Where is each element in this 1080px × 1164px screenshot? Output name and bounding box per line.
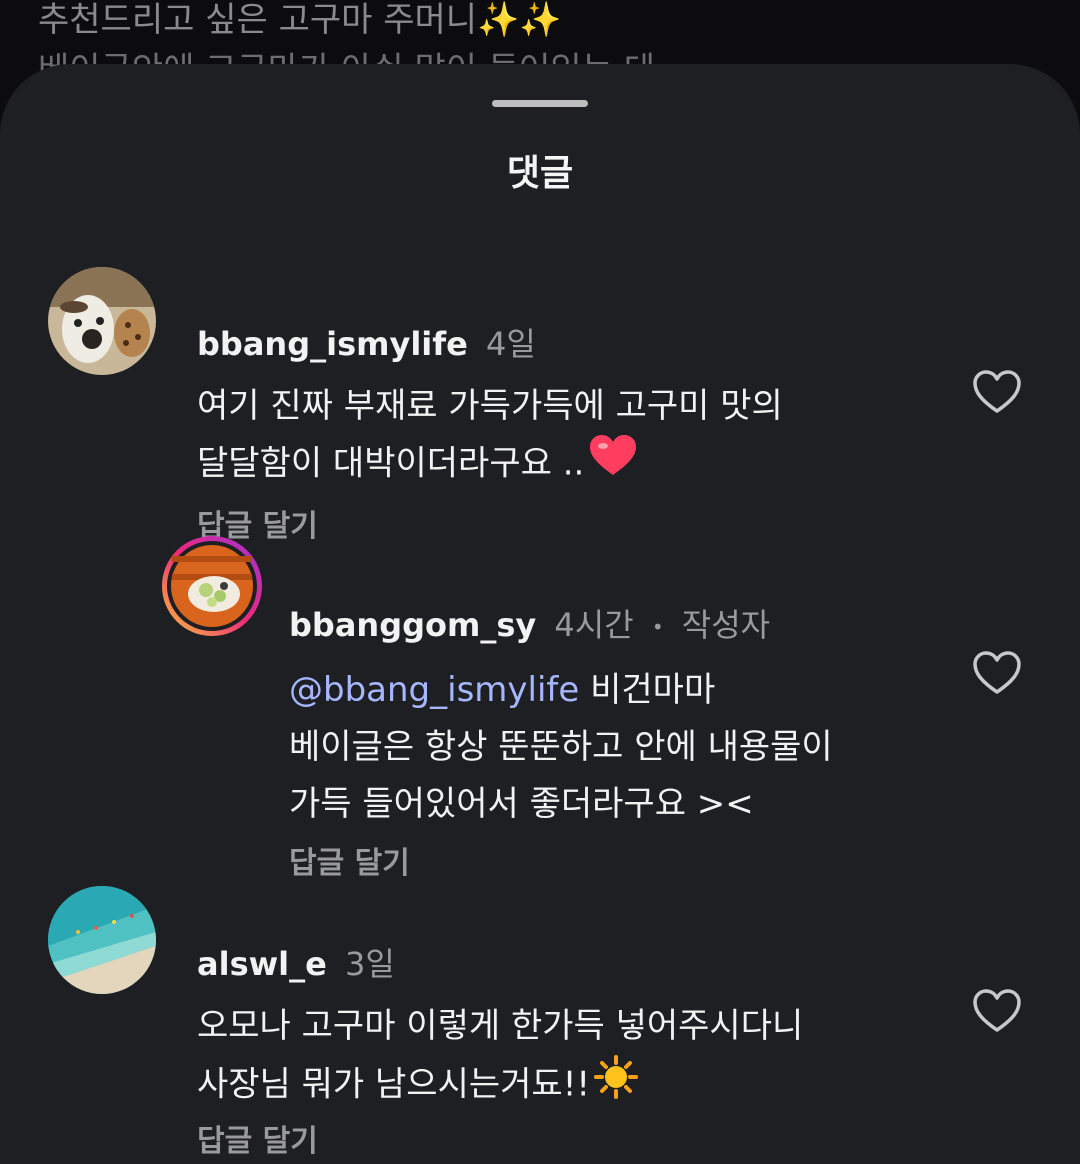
username[interactable]: bbang_ismylife	[197, 325, 468, 363]
comment-text: 오모나 고구마 이렇게 한가득 넣어주시다니 사장님 뭐가 남으시는거됴!!	[197, 998, 803, 1117]
username[interactable]: alswl_e	[197, 945, 327, 983]
comment-header: bbanggom_sy 4시간 • 작성자	[289, 605, 770, 647]
comment-line: @bbang_ismylife 비건마마	[289, 670, 716, 710]
comment-line: 사장님 뭐가 남으시는거됴!!	[197, 1055, 803, 1117]
comment-line: 가득 들어있어서 좋더라구요 ><	[289, 784, 754, 824]
timestamp: 4시간	[554, 606, 634, 644]
caption-line-1: 추천드리고 싶은 고구마 주머니✨✨	[38, 0, 562, 40]
drag-handle[interactable]	[492, 100, 588, 107]
like-button[interactable]	[972, 988, 1022, 1034]
comment-line: 베이글은 항상 뚠뚠하고 안에 내용물이	[289, 727, 833, 767]
reply-button[interactable]: 답글 달기	[289, 838, 410, 882]
heart-icon	[973, 370, 1021, 413]
timestamp: 3일	[345, 945, 395, 983]
avatar[interactable]	[48, 267, 156, 375]
mention-link[interactable]: @bbang_ismylife	[289, 670, 579, 710]
comment-line: 달달함이 대박이더라구요 ..	[197, 435, 783, 495]
author-badge: 작성자	[681, 606, 771, 644]
separator-dot: •	[651, 615, 664, 639]
comment-text: @bbang_ismylife 비건마마 베이글은 항상 뚠뚠하고 안에 내용물…	[289, 662, 833, 833]
avatar[interactable]	[162, 536, 262, 636]
comment-header: alswl_e 3일	[197, 944, 395, 984]
heart-icon	[973, 989, 1021, 1032]
username[interactable]: bbanggom_sy	[289, 606, 536, 644]
heart-emoji-icon	[590, 435, 637, 495]
reply-button[interactable]: 답글 달기	[197, 1116, 318, 1160]
sun-emoji-icon	[593, 1055, 638, 1117]
heart-icon	[973, 651, 1021, 694]
comments-sheet: 댓글 bbang_ismylife 4일 여기 진짜 부재료 가득가득에 고구미…	[0, 64, 1080, 1164]
comment-header: bbang_ismylife 4일	[197, 324, 536, 364]
like-button[interactable]	[972, 369, 1022, 415]
comment-text: 여기 진짜 부재료 가득가득에 고구미 맛의 달달함이 대박이더라구요 ..	[197, 378, 783, 495]
comment-line: 여기 진짜 부재료 가득가득에 고구미 맛의	[197, 386, 783, 426]
like-button[interactable]	[972, 650, 1022, 696]
avatar[interactable]	[48, 886, 156, 994]
timestamp: 4일	[486, 325, 536, 363]
comment-line: 오모나 고구마 이렇게 한가득 넣어주시다니	[197, 1006, 804, 1046]
sheet-title: 댓글	[506, 153, 574, 194]
